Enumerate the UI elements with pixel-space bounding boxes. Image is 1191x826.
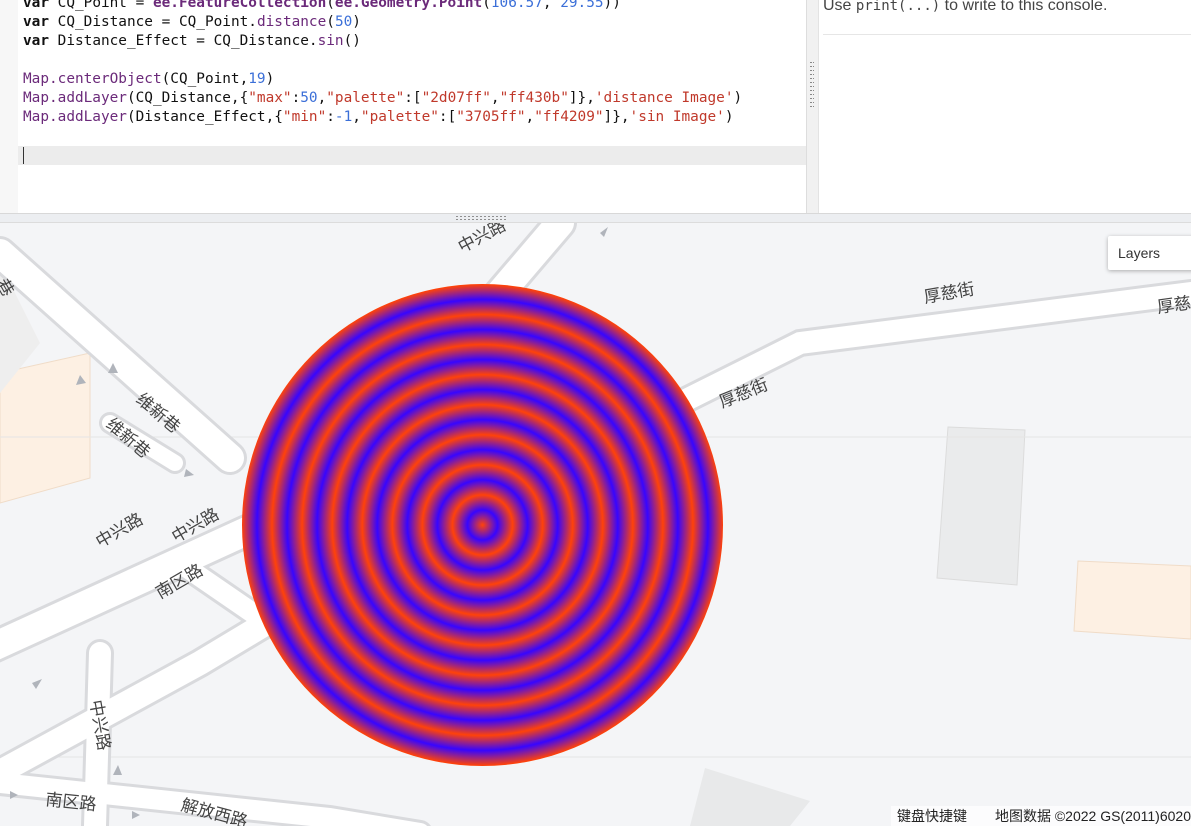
building-block xyxy=(690,768,810,826)
text-cursor xyxy=(23,147,24,164)
console-divider xyxy=(823,34,1191,35)
keyboard-shortcuts-link[interactable]: 键盘快捷键 xyxy=(897,808,967,824)
layers-button[interactable]: Layers xyxy=(1108,236,1191,270)
code-line[interactable]: var CQ_Distance = CQ_Point.distance(50) xyxy=(23,13,361,32)
road-label: 厚慈街 xyxy=(922,279,976,308)
road-label: 中兴路 xyxy=(455,223,509,257)
panel-splitter[interactable] xyxy=(0,213,1191,223)
building-block xyxy=(936,426,1026,586)
editor-scrollbar[interactable] xyxy=(806,0,818,213)
print-code: print(...) xyxy=(855,0,941,14)
building-block xyxy=(1073,560,1191,640)
code-line[interactable]: var Distance_Effect = CQ_Distance.sin() xyxy=(23,32,361,51)
map-view[interactable]: 中兴路 厚慈街 厚慈 厚慈街 维新巷 维新巷 中兴路 中兴路 南区路 中兴路 南… xyxy=(0,223,1191,826)
road-label: 南区路 xyxy=(44,790,97,815)
map-footer: 键盘快捷键 地图数据 ©2022 GS(2011)6020 xyxy=(890,806,1191,826)
code-line[interactable]: Map.addLayer(Distance_Effect,{"min":-1,"… xyxy=(23,108,734,127)
active-line-highlight xyxy=(18,146,806,165)
code-line[interactable]: var CQ_Point = ee.FeatureCollection(ee.G… xyxy=(23,0,621,13)
map-attribution: 地图数据 ©2022 GS(2011)6020 xyxy=(994,808,1191,824)
console-panel: Use print(...) to write to this console. xyxy=(818,0,1191,213)
splitter-drag-handle[interactable] xyxy=(455,215,507,221)
code-line[interactable]: Map.addLayer(CQ_Distance,{"max":50,"pale… xyxy=(23,89,742,108)
code-line[interactable]: Map.centerObject(CQ_Point,19) xyxy=(23,70,274,89)
sin-image-overlay xyxy=(242,284,723,766)
editor-gutter xyxy=(0,0,18,213)
road-label: 中兴路 xyxy=(93,510,147,553)
code-editor[interactable]: var CQ_Point = ee.FeatureCollection(ee.G… xyxy=(0,0,806,213)
console-message: Use print(...) to write to this console. xyxy=(823,0,1108,14)
road-label: 厚慈 xyxy=(1156,293,1191,318)
